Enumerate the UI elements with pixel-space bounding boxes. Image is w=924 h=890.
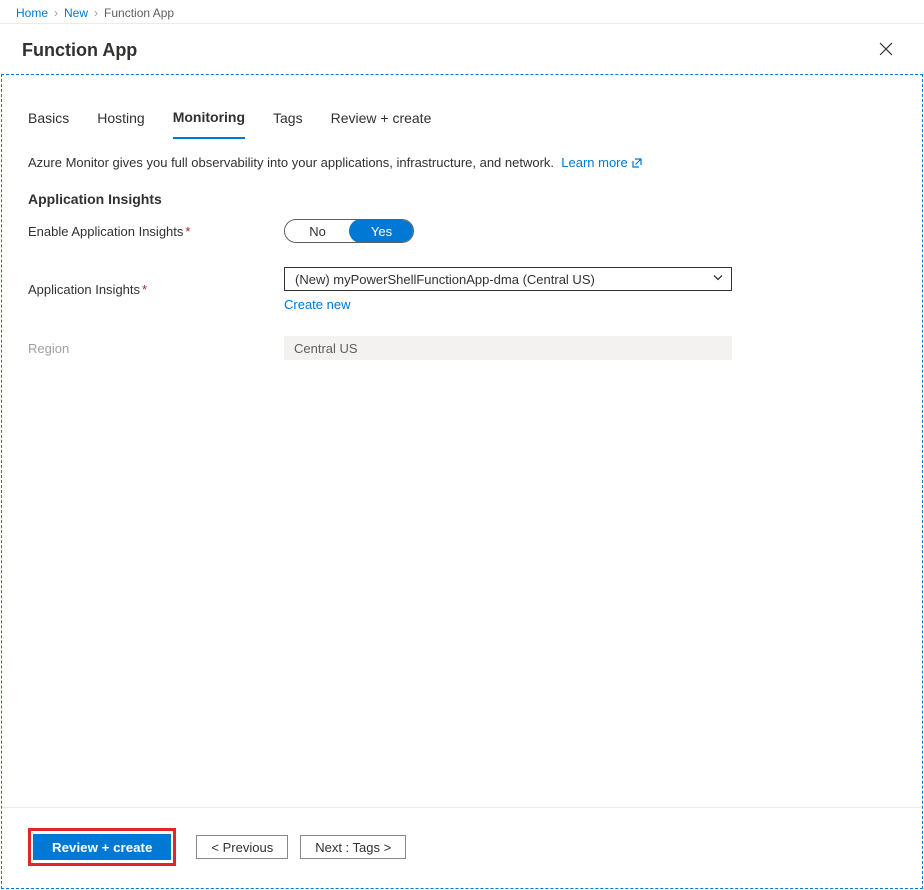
required-marker: * [142,282,147,297]
panel-header: Function App [0,24,924,74]
form-body: Azure Monitor gives you full observabili… [2,139,922,807]
breadcrumb: Home › New › Function App [0,0,924,24]
breadcrumb-link-new[interactable]: New [64,6,88,20]
close-icon [879,44,893,59]
row-app-insights: Application Insights* (New) myPowerShell… [28,267,896,312]
breadcrumb-separator: › [54,6,58,20]
field-region: Central US [284,336,732,360]
label-app-insights: Application Insights* [28,282,284,297]
previous-button[interactable]: < Previous [196,835,288,859]
intro-message: Azure Monitor gives you full observabili… [28,155,554,170]
highlight-review-create: Review + create [28,828,176,866]
breadcrumb-current: Function App [104,6,174,20]
tab-hosting[interactable]: Hosting [97,109,144,139]
row-enable-insights: Enable Application Insights* No Yes [28,217,896,245]
breadcrumb-separator: › [94,6,98,20]
create-new-link[interactable]: Create new [284,297,350,312]
label-enable-insights-text: Enable Application Insights [28,224,183,239]
footer-bar: Review + create < Previous Next : Tags > [2,807,922,888]
tab-monitoring[interactable]: Monitoring [173,109,245,139]
label-app-insights-text: Application Insights [28,282,140,297]
content-frame: Basics Hosting Monitoring Tags Review + … [1,74,923,889]
breadcrumb-link-home[interactable]: Home [16,6,48,20]
toggle-enable-insights[interactable]: No Yes [284,219,414,243]
row-region: Region Central US [28,334,896,362]
label-enable-insights: Enable Application Insights* [28,224,284,239]
label-region: Region [28,341,284,356]
select-app-insights[interactable]: (New) myPowerShellFunctionApp-dma (Centr… [284,267,732,291]
tab-review-create[interactable]: Review + create [331,109,432,139]
review-create-button[interactable]: Review + create [33,834,171,860]
tab-basics[interactable]: Basics [28,109,69,139]
close-button[interactable] [870,34,902,66]
intro-text: Azure Monitor gives you full observabili… [28,155,896,171]
tabs-bar: Basics Hosting Monitoring Tags Review + … [2,75,922,139]
learn-more-link[interactable]: Learn more [561,155,627,170]
toggle-option-no[interactable]: No [285,220,350,242]
required-marker: * [185,224,190,239]
next-button[interactable]: Next : Tags > [300,835,406,859]
tab-tags[interactable]: Tags [273,109,303,139]
page-title: Function App [22,40,137,61]
toggle-option-yes[interactable]: Yes [349,219,414,243]
section-title-app-insights: Application Insights [28,191,896,207]
external-link-icon [632,156,642,171]
